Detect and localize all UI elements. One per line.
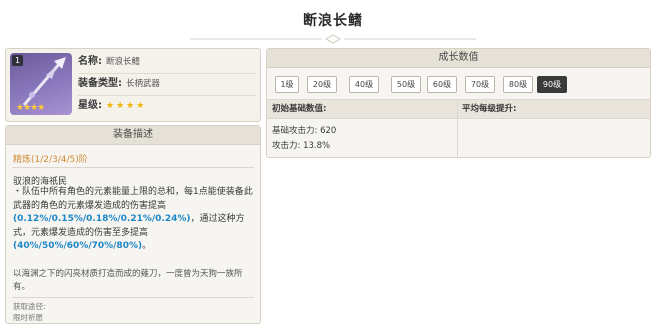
passive-description: ・队伍中所有角色的元素能量上限的总和，每1点能使装备此武器的角色的元素爆发造成的…: [13, 186, 253, 254]
level-button-70[interactable]: 70级: [465, 76, 495, 93]
image-stars: ★★★★: [16, 103, 45, 113]
type-row: 装备类型: 长柄武器: [78, 74, 256, 94]
source-value: 限时祈愿: [13, 313, 43, 322]
page-title: 断浪长鳍: [303, 13, 363, 29]
description-text: 。: [142, 241, 152, 251]
atk-pct-value: 攻击力: 13.8%: [272, 141, 331, 151]
base-atk-value: 基础攻击力: 620: [272, 126, 337, 136]
refine-label: 精炼(1/2/3/4/5)阶: [13, 155, 88, 165]
item-card: 1 ★★★★ 名称: 断浪长鳍 装备类型: 长柄武器 星级: ★★★★: [5, 48, 261, 122]
level-button-80[interactable]: 80级: [503, 76, 533, 93]
star-rating: ★★★★: [106, 101, 147, 111]
star-label: 星级:: [78, 100, 102, 111]
level-button-50[interactable]: 50级: [391, 76, 421, 93]
description-panel: 装备描述 精炼(1/2/3/4/5)阶 驭浪的海祇民 ・队伍中所有角色的元素能量…: [5, 125, 261, 324]
rarity-badge: 1: [12, 55, 23, 66]
level-button-20[interactable]: 20级: [307, 76, 337, 93]
stat-header-row: 初始基础数值: 平均每级提升:: [267, 99, 650, 119]
highlighted-value: (0.12%/0.15%/0.18%/0.21%/0.24%): [13, 214, 191, 224]
type-value: 长柄武器: [126, 79, 161, 89]
source-label: 获取途径:: [13, 302, 46, 311]
divider: [12, 297, 254, 298]
name-row: 名称: 断浪长鳍: [78, 52, 256, 72]
level-button-1[interactable]: 1级: [275, 76, 299, 93]
description-text: ・队伍中所有角色的元素能量上限的总和，每1点能使装备此武器的角色的元素爆发造成的…: [13, 187, 253, 211]
highlighted-value: (40%/50%/60%/70%/80%): [13, 241, 143, 251]
lore-text: 以海渊之下的闪亮材质打造而成的薙刀，一度曾为天狗一族所有。: [13, 269, 243, 292]
stat-body: 基础攻击力: 620 攻击力: 13.8%: [267, 118, 650, 157]
level-button-60[interactable]: 60级: [427, 76, 457, 93]
description-header: 装备描述: [6, 126, 260, 145]
name-label: 名称:: [78, 56, 102, 67]
weapon-image: 1 ★★★★: [10, 53, 72, 115]
level-button-90[interactable]: 90级: [537, 76, 567, 93]
divider: [12, 167, 254, 168]
title-ornament: [190, 34, 476, 44]
star-row: 星级: ★★★★: [78, 96, 256, 116]
growth-panel: 成长数值 1级 20级 40级 50级 60级 70级 80级 90级 初始基础数值: 平均每…: [266, 48, 651, 158]
base-stats-header: 初始基础数值:: [272, 104, 327, 114]
type-label: 装备类型:: [78, 78, 122, 89]
growth-header: 成长数值: [267, 49, 650, 68]
level-button-40[interactable]: 40级: [349, 76, 379, 93]
name-value: 断浪长鳍: [106, 57, 141, 67]
avg-growth-header: 平均每级提升:: [462, 104, 517, 114]
